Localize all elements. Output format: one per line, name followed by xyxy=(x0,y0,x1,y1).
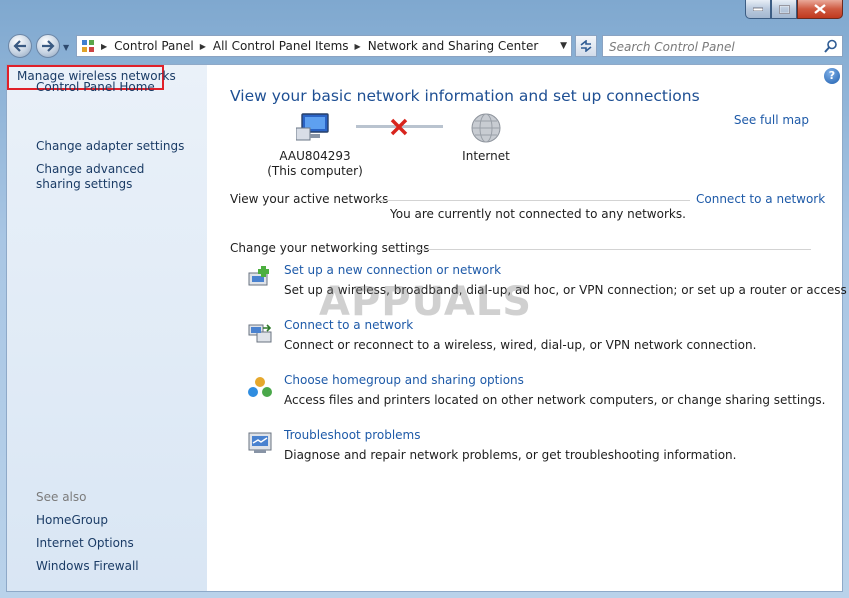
content-area: Control Panel Home Manage wireless netwo… xyxy=(6,64,849,592)
help-icon[interactable]: ? xyxy=(824,68,840,84)
maximize-icon xyxy=(778,4,790,14)
address-dropdown-icon[interactable]: ▼ xyxy=(560,41,567,51)
main-panel: ? View your basic network information an… xyxy=(207,65,849,591)
computer-label: AAU804293 (This computer) xyxy=(267,149,363,178)
recent-pages-icon[interactable]: ▼ xyxy=(63,43,69,52)
search-input[interactable] xyxy=(607,37,811,57)
divider xyxy=(374,200,690,201)
sidebar: Control Panel Home Manage wireless netwo… xyxy=(7,65,207,591)
computer-icon xyxy=(296,113,329,141)
sidebar-change-advanced-sharing[interactable]: Change advanced sharing settings xyxy=(36,162,186,192)
window: ▼ ▶ Control Panel ▶ All Control Panel Item… xyxy=(0,0,849,598)
breadcrumb-item-control-panel[interactable]: ▶ Control Panel xyxy=(101,39,194,53)
task-description: Diagnose and repair network problems, or… xyxy=(284,448,737,462)
close-icon xyxy=(814,4,826,14)
sidebar-manage-wireless-networks[interactable]: Manage wireless networks xyxy=(17,69,176,83)
search-icon[interactable] xyxy=(824,39,838,53)
connect-to-network-link[interactable]: Connect to a network xyxy=(696,192,825,206)
troubleshoot-problems-link[interactable]: Troubleshoot problems xyxy=(284,428,420,442)
see-also-heading: See also xyxy=(36,490,87,504)
back-button[interactable] xyxy=(8,34,32,58)
search-box xyxy=(602,35,843,57)
minimize-icon xyxy=(753,7,763,11)
navigation-bar: ▼ ▶ Control Panel ▶ All Control Panel Item… xyxy=(6,30,843,62)
networking-settings-header: Change your networking settings xyxy=(230,241,430,255)
connection-broken-line xyxy=(356,118,443,136)
forward-button[interactable] xyxy=(36,34,60,58)
task-description: Access files and printers located on oth… xyxy=(284,393,826,407)
new-connection-icon xyxy=(248,266,269,286)
breadcrumb-arrow-icon: ▶ xyxy=(199,41,206,51)
breadcrumb-item-all-items[interactable]: ▶ All Control Panel Items xyxy=(200,39,349,53)
breadcrumb-arrow-icon: ▶ xyxy=(354,41,361,51)
see-full-map-link[interactable]: See full map xyxy=(734,113,809,127)
page-title: View your basic network information and … xyxy=(230,87,700,105)
internet-label: Internet xyxy=(462,149,510,163)
divider xyxy=(411,249,811,250)
active-networks-header: View your active networks xyxy=(230,192,389,206)
watermark-logo: APPUALS xyxy=(319,279,533,325)
maximize-button[interactable] xyxy=(771,0,797,19)
refresh-icon xyxy=(580,40,592,52)
task-description: Connect or reconnect to a wireless, wire… xyxy=(284,338,757,352)
back-arrow-icon xyxy=(13,40,26,52)
see-also-windows-firewall[interactable]: Windows Firewall xyxy=(36,559,139,574)
address-bar[interactable]: ▶ Control Panel ▶ All Control Panel Items … xyxy=(76,35,572,57)
see-also-homegroup[interactable]: HomeGroup xyxy=(36,513,108,528)
minimize-button[interactable] xyxy=(745,0,771,19)
refresh-button[interactable] xyxy=(575,35,597,57)
homegroup-icon xyxy=(248,377,272,397)
not-connected-message: You are currently not connected to any n… xyxy=(390,207,686,221)
control-panel-icon xyxy=(82,40,94,52)
breadcrumb-arrow-icon: ▶ xyxy=(101,41,108,51)
setup-new-connection-link[interactable]: Set up a new connection or network xyxy=(284,263,501,277)
close-button[interactable] xyxy=(797,0,843,19)
breadcrumb-item-network-sharing[interactable]: ▶ Network and Sharing Center xyxy=(355,39,539,53)
internet-globe-icon xyxy=(471,113,501,143)
connect-network-icon xyxy=(248,324,272,343)
caption-buttons xyxy=(745,0,843,20)
sidebar-change-adapter-settings[interactable]: Change adapter settings xyxy=(36,139,184,154)
homegroup-sharing-link[interactable]: Choose homegroup and sharing options xyxy=(284,373,524,387)
see-also-internet-options[interactable]: Internet Options xyxy=(36,536,134,551)
forward-arrow-icon xyxy=(42,40,55,52)
troubleshoot-icon xyxy=(248,432,272,453)
